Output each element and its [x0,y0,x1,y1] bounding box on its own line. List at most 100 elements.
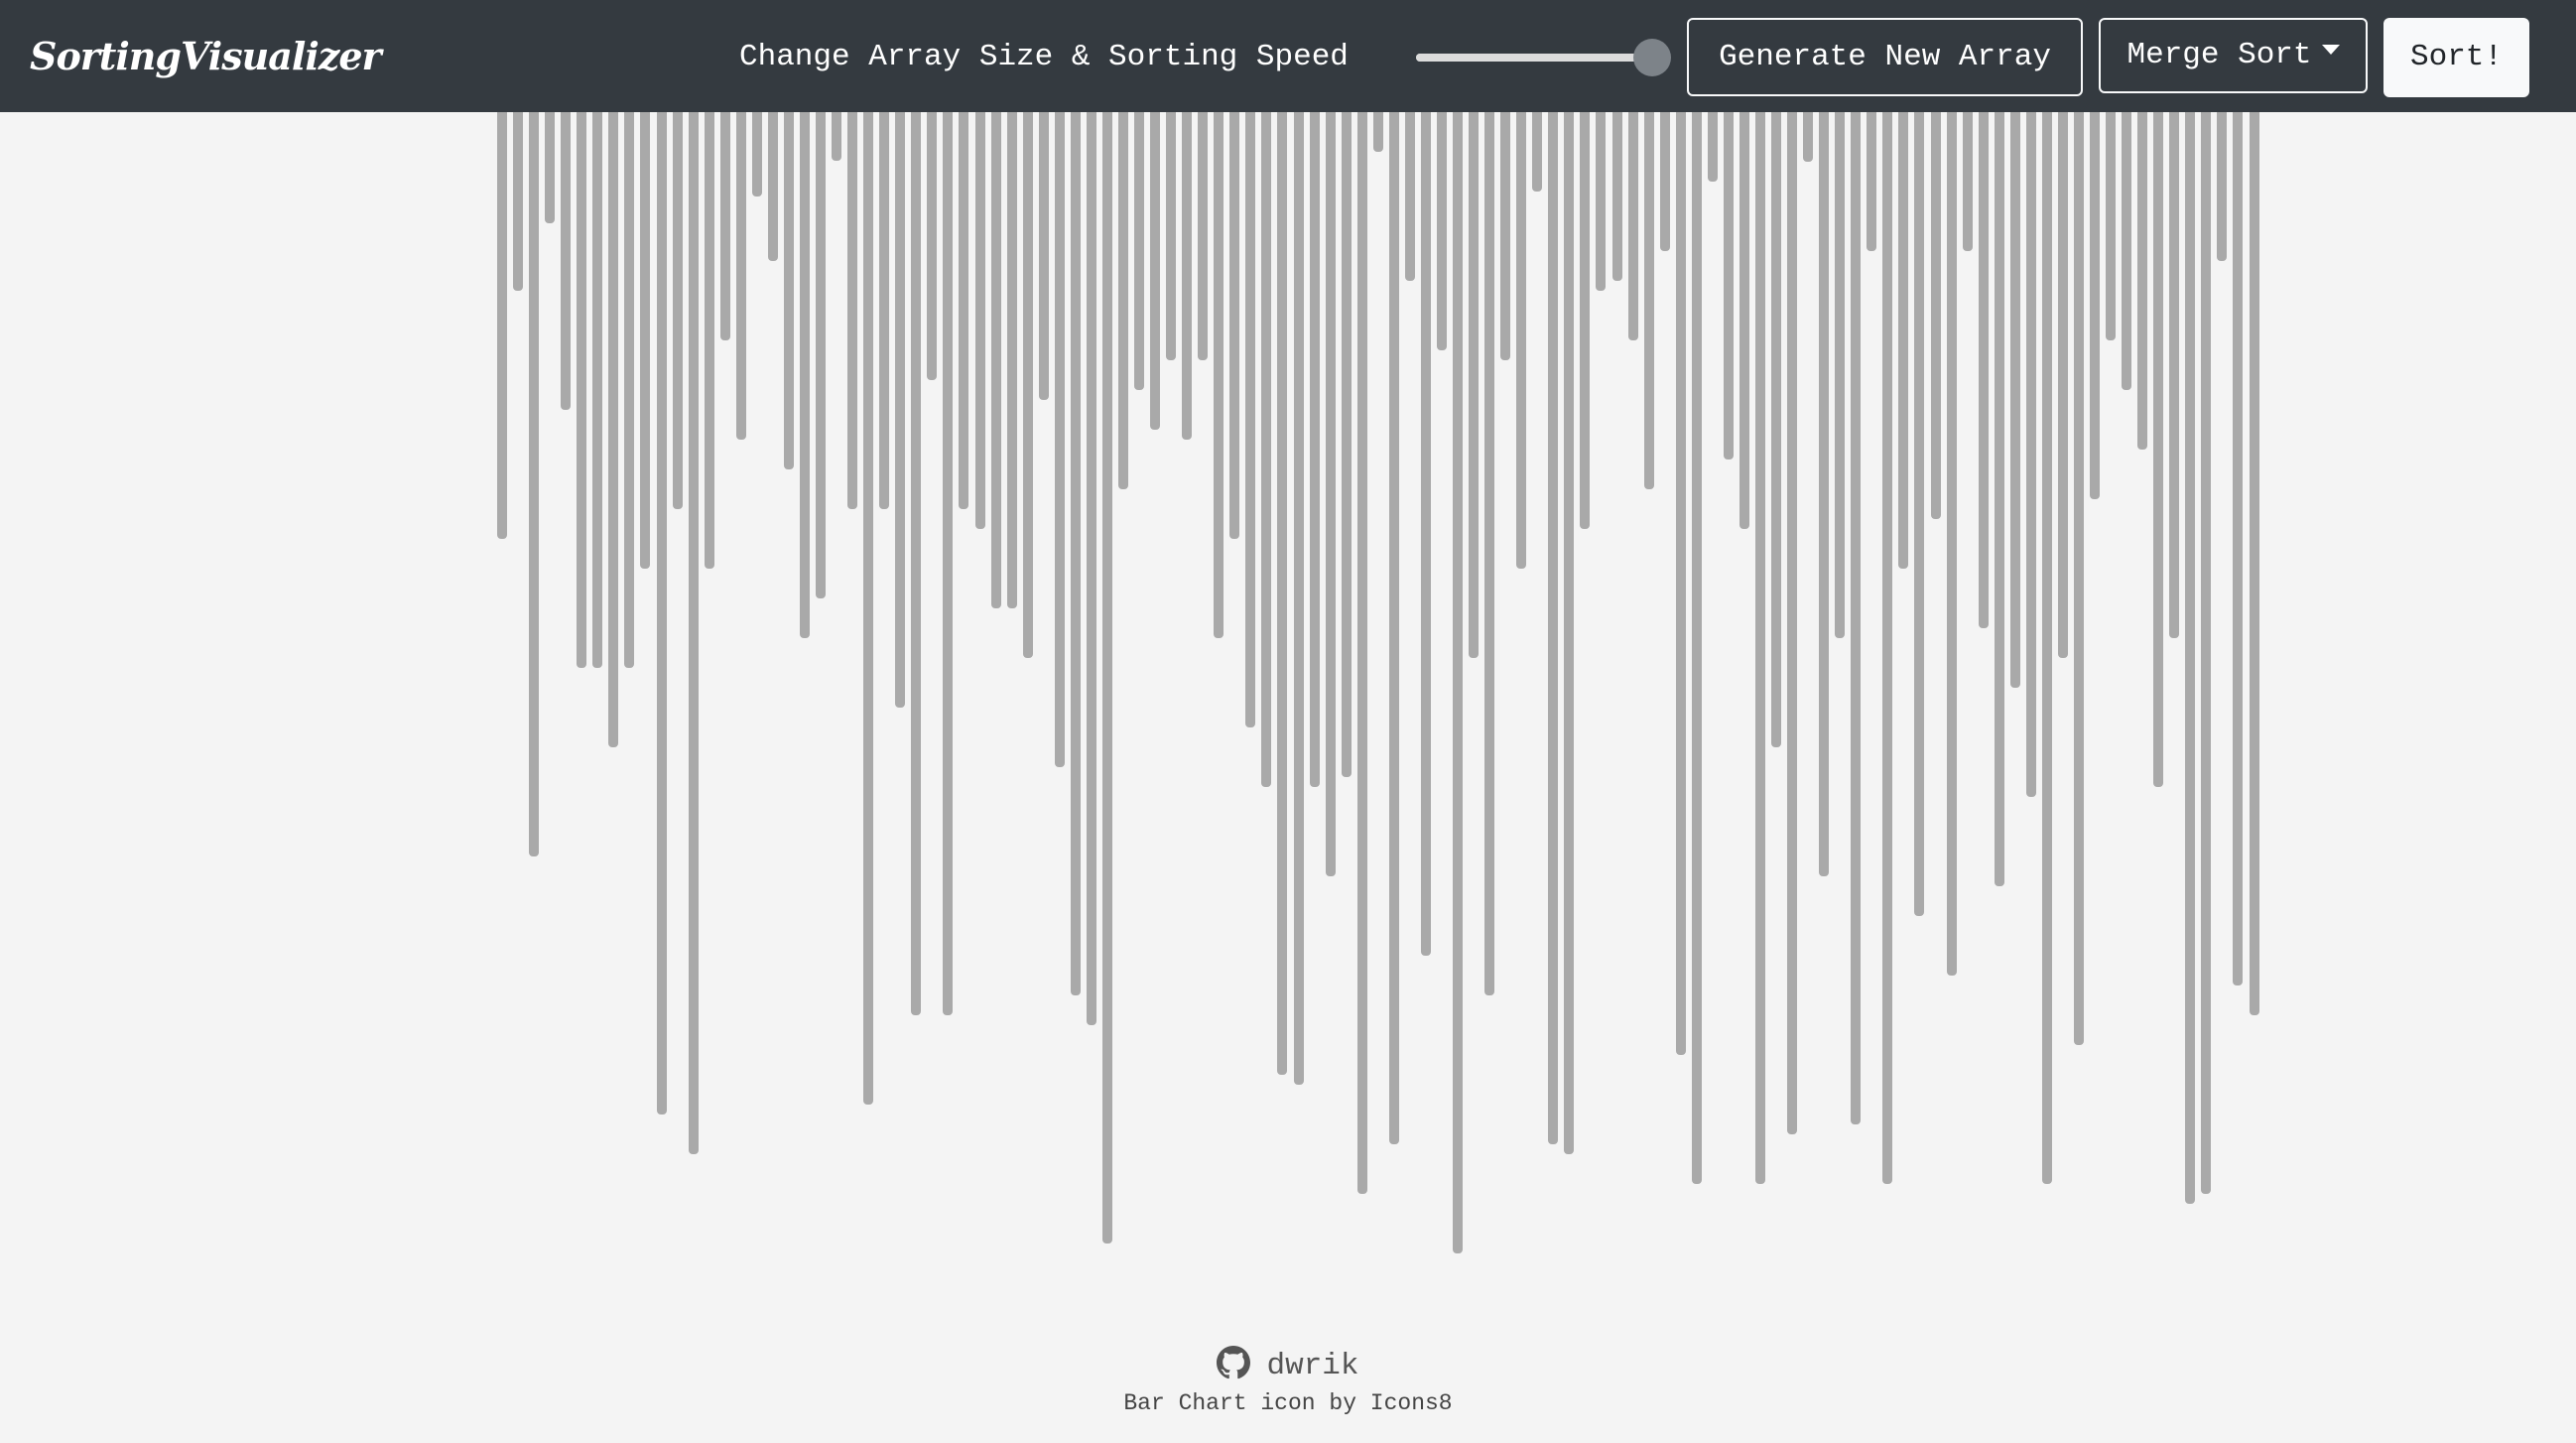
array-bar [943,112,954,1015]
array-bar [1994,112,2004,886]
array-bar [545,112,556,223]
array-bar [832,112,842,161]
array-bar [959,112,969,509]
array-bar [1229,112,1240,539]
caret-down-icon [2321,45,2340,55]
array-bar [2153,112,2164,787]
array-bar [624,112,635,668]
array-bar [1436,112,1447,350]
array-bar [704,112,714,569]
array-bar [1851,112,1862,1124]
array-bar [1516,112,1527,569]
github-username: dwrik [1266,1349,1359,1383]
array-bar [799,112,810,638]
array-bar [751,112,762,197]
array-bar [767,112,778,261]
array-bar [1803,112,1814,162]
array-bar [1388,112,1399,1144]
array-bar [1420,112,1431,956]
array-bar [561,112,572,410]
array-bar [1675,112,1686,1055]
github-link[interactable]: dwrik [0,1345,2576,1388]
array-bar [1978,112,1989,628]
brand-logo[interactable]: SortingVisualizer [30,0,382,112]
slider-track[interactable] [1416,54,1659,62]
array-bar [1659,112,1670,251]
slider-fill [1416,54,1652,62]
array-bar [2201,112,2212,1194]
algorithm-dropdown-label: Merge Sort [2126,38,2312,72]
array-bar [1341,112,1352,777]
array-bar [783,112,794,469]
array-bar [688,112,699,1154]
array-bar [1532,112,1543,192]
github-icon [1217,1346,1251,1379]
array-bar [990,112,1001,608]
algorithm-dropdown-button[interactable]: Merge Sort [2099,18,2368,93]
array-bar [1739,112,1749,529]
slider-thumb[interactable] [1632,39,1671,76]
array-bar [1356,112,1367,1194]
array-bar [2025,112,2036,797]
array-bar [1691,112,1702,1184]
array-bar [1611,112,1622,281]
array-bar [1882,112,1893,1184]
icon-credit[interactable]: Bar Chart icon by Icons8 [0,1390,2576,1416]
array-bars-container [0,112,2576,1303]
array-bar [1006,112,1017,608]
array-bar [1214,112,1224,638]
array-bar [1372,112,1383,152]
array-size-speed-slider[interactable] [1414,38,1674,77]
array-bar [1054,112,1065,767]
array-bar [2249,112,2259,1015]
array-bar [2185,112,2196,1204]
array-bar [1134,112,1144,390]
array-bar [895,112,906,708]
generate-new-array-button[interactable]: Generate New Array [1687,18,2083,96]
array-bar [735,112,746,440]
footer: dwrik Bar Chart icon by Icons8 [0,1345,2576,1416]
array-bar [2057,112,2068,658]
array-bar [2122,112,2132,390]
array-bar [911,112,922,1015]
array-bar [577,112,587,668]
array-bar [1643,112,1654,489]
array-bar [2041,112,2052,1184]
array-bar [1086,112,1096,1025]
array-bar [608,112,619,747]
array-bar [1723,112,1734,459]
array-bar [672,112,683,509]
array-bar [2169,112,2180,638]
array-bar [1277,112,1288,1075]
array-bar [592,112,603,668]
sort-button[interactable]: Sort! [2383,18,2529,97]
array-bar [2106,112,2117,340]
array-bar [927,112,938,380]
array-bar [2137,112,2148,450]
array-bar [2090,112,2100,499]
array-bar [1469,112,1480,658]
array-bar [513,112,524,291]
array-bar [1898,112,1909,569]
array-bar [1819,112,1830,876]
array-bar [879,112,890,509]
array-bar [1867,112,1877,251]
array-bar [1580,112,1591,529]
array-bar [1500,112,1511,360]
array-bar [1309,112,1320,787]
array-bar [1707,112,1718,182]
array-bar [1835,112,1846,638]
array-bar [816,112,826,598]
array-bar [974,112,985,529]
navbar: SortingVisualizer Change Array Size & So… [0,0,2576,112]
array-bar [1150,112,1161,430]
array-bar [640,112,651,569]
array-bar [1754,112,1765,1184]
array-bar [497,112,507,539]
array-bar [1261,112,1272,787]
array-bar [1453,112,1463,1253]
array-bar [1070,112,1081,995]
array-bar [1564,112,1575,1154]
array-bar [1946,112,1957,976]
array-bar [1166,112,1177,360]
